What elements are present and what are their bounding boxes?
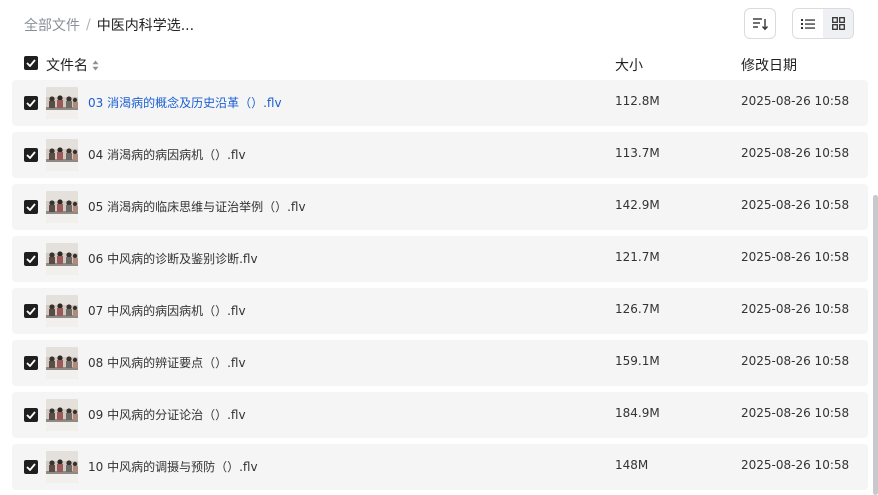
file-modified-date: 2025-08-26 10:58 <box>741 198 850 212</box>
file-modified-date: 2025-08-26 10:58 <box>741 406 850 420</box>
checkbox-checked-icon <box>26 255 36 263</box>
file-row[interactable]: 04 消渴病的病因病机（）.flv 113.7M 2025-08-26 10:58 <box>12 132 868 178</box>
checkbox-checked-icon <box>26 359 36 367</box>
table-header: 文件名 大小 修改日期 <box>0 48 878 80</box>
video-thumbnail[interactable] <box>46 451 78 483</box>
checkbox-checked-icon <box>26 99 36 107</box>
video-thumbnail[interactable] <box>46 139 78 171</box>
file-modified-date: 2025-08-26 10:58 <box>741 302 850 316</box>
checkbox-checked-icon <box>26 151 36 159</box>
file-row[interactable]: 03 消渴病的概念及历史沿革（）.flv 112.8M 2025-08-26 10:… <box>12 80 868 126</box>
checkbox-checked-icon <box>26 307 36 315</box>
file-name[interactable]: 10 中风病的调摄与预防（）.flv <box>88 458 258 475</box>
video-thumbnail[interactable] <box>46 295 78 327</box>
file-modified-date: 2025-08-26 10:58 <box>741 94 850 108</box>
column-size-header[interactable]: 大小 <box>615 55 643 75</box>
file-modified-date: 2025-08-26 10:58 <box>741 458 850 472</box>
file-modified-date: 2025-08-26 10:58 <box>741 146 850 160</box>
file-modified-date: 2025-08-26 10:58 <box>741 250 850 264</box>
file-row[interactable]: 08 中风病的辨证要点（）.flv 159.1M 2025-08-26 10:58 <box>12 340 868 386</box>
breadcrumb-root[interactable]: 全部文件 <box>24 15 80 35</box>
row-checkbox[interactable] <box>24 200 38 214</box>
column-modified-header[interactable]: 修改日期 <box>741 55 797 75</box>
video-thumbnail[interactable] <box>46 191 78 223</box>
row-checkbox[interactable] <box>24 252 38 266</box>
video-thumbnail[interactable] <box>46 243 78 275</box>
sort-arrows-icon <box>92 60 99 71</box>
sort-icon <box>753 17 768 30</box>
file-row[interactable]: 09 中风病的分证论治（）.flv 184.9M 2025-08-26 10:58 <box>12 392 868 438</box>
file-size: 184.9M <box>615 406 660 420</box>
video-thumbnail[interactable] <box>46 347 78 379</box>
file-row[interactable]: 10 中风病的调摄与预防（）.flv 148M 2025-08-26 10:58 <box>12 444 868 490</box>
file-name[interactable]: 03 消渴病的概念及历史沿革（）.flv <box>88 94 282 111</box>
row-checkbox[interactable] <box>24 148 38 162</box>
file-name[interactable]: 07 中风病的病因病机（）.flv <box>88 302 246 319</box>
breadcrumb: 全部文件 / 中医内科学选... <box>24 15 194 35</box>
checkbox-checked-icon <box>26 463 36 471</box>
scrollbar-thumb[interactable] <box>873 195 878 495</box>
file-row[interactable]: 06 中风病的诊断及鉴别诊断.flv 121.7M 2025-08-26 10:58 <box>12 236 868 282</box>
breadcrumb-separator: / <box>86 17 91 33</box>
row-checkbox[interactable] <box>24 96 38 110</box>
file-row[interactable]: 07 中风病的病因病机（）.flv 126.7M 2025-08-26 10:58 <box>12 288 868 334</box>
file-size: 148M <box>615 458 649 472</box>
sort-button[interactable] <box>744 8 776 39</box>
row-checkbox[interactable] <box>24 304 38 318</box>
file-size: 126.7M <box>615 302 660 316</box>
file-name[interactable]: 09 中风病的分证论治（）.flv <box>88 406 246 423</box>
file-size: 112.8M <box>615 94 660 108</box>
list-view-button[interactable] <box>793 9 823 38</box>
view-toggle <box>792 8 854 39</box>
row-checkbox[interactable] <box>24 460 38 474</box>
file-size: 142.9M <box>615 198 660 212</box>
row-checkbox[interactable] <box>24 408 38 422</box>
select-all-checkbox[interactable] <box>24 56 38 70</box>
grid-view-button[interactable] <box>823 9 853 38</box>
checkbox-checked-icon <box>26 411 36 419</box>
file-size: 113.7M <box>615 146 660 160</box>
file-name[interactable]: 08 中风病的辨证要点（）.flv <box>88 354 246 371</box>
breadcrumb-current: 中医内科学选... <box>96 18 195 34</box>
row-checkbox[interactable] <box>24 356 38 370</box>
file-size: 159.1M <box>615 354 660 368</box>
file-name[interactable]: 06 中风病的诊断及鉴别诊断.flv <box>88 250 258 267</box>
file-row[interactable]: 05 消渴病的临床思维与证治举例（）.flv 142.9M 2025-08-26 1… <box>12 184 868 230</box>
toolbar: 全部文件 / 中医内科学选... <box>0 0 878 48</box>
column-name-header[interactable]: 文件名 <box>46 55 99 75</box>
video-thumbnail[interactable] <box>46 399 78 431</box>
file-name[interactable]: 04 消渴病的病因病机（）.flv <box>88 146 246 163</box>
checkbox-checked-icon <box>26 203 36 211</box>
checkbox-checked-icon <box>26 59 36 67</box>
file-size: 121.7M <box>615 250 660 264</box>
list-view-icon <box>801 18 815 29</box>
file-name[interactable]: 05 消渴病的临床思维与证治举例（）.flv <box>88 198 306 215</box>
file-modified-date: 2025-08-26 10:58 <box>741 354 850 368</box>
grid-view-icon <box>831 17 845 30</box>
video-thumbnail[interactable] <box>46 87 78 119</box>
column-name-label: 文件名 <box>46 58 88 74</box>
